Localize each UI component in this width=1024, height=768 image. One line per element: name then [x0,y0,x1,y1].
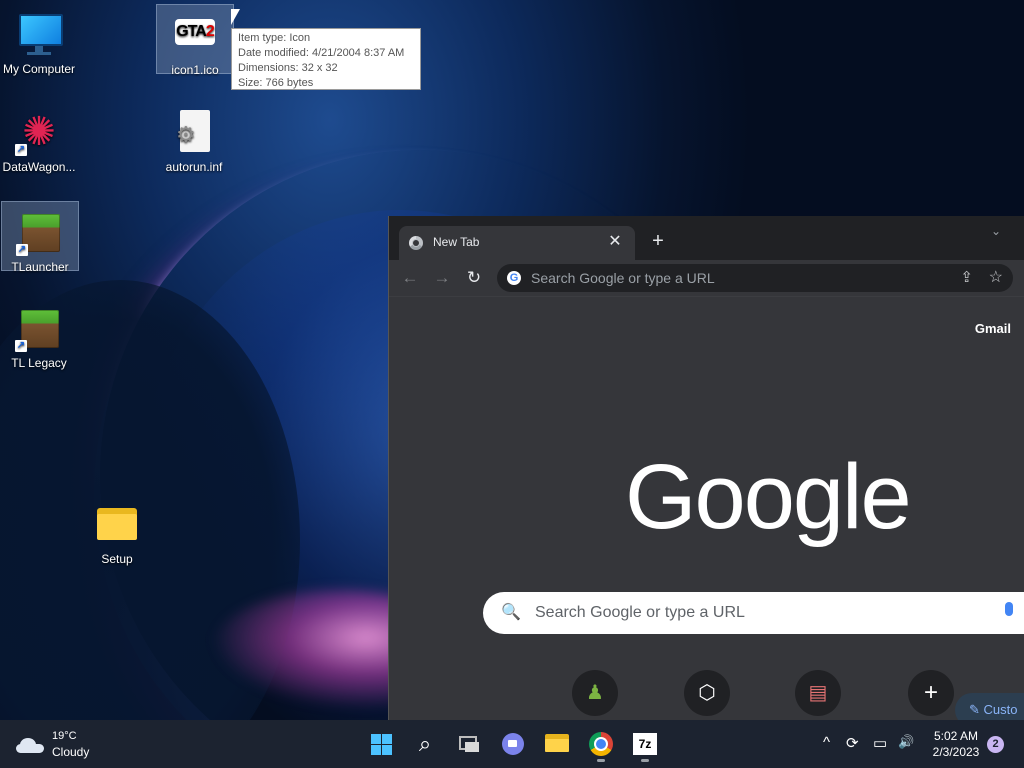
search-box-placeholder: Search Google or type a URL [535,604,745,621]
volume-icon[interactable]: 🔊 [898,734,914,750]
back-button[interactable]: ← [399,268,421,288]
desktop-icon-autorun-inf[interactable]: ⚙ autorun.inf [156,102,232,174]
minecraft-block-icon: ↗ [15,304,63,352]
task-view-icon[interactable] [453,728,485,760]
chrome-taskbar-icon[interactable] [585,728,617,762]
google-logo: Google [625,446,912,548]
shortcut-store[interactable]: ▤ [795,670,841,716]
tooltip-dimensions: Dimensions: 32 x 32 [238,62,338,74]
windows-logo-icon [370,733,392,755]
cloud-icon [16,736,44,753]
desktop-icon-label: DataWagon... [2,160,76,174]
notification-badge[interactable]: 2 [987,736,1004,753]
taskbar: 19°C Cloudy ⌕ 7z ^ ⟳ ▭ 🔊 5:02 AM 2/3/202… [0,720,1024,768]
desktop-icon-my-computer[interactable]: My Computer [1,4,77,76]
customize-chrome-button[interactable]: ✎ Custo [955,693,1024,720]
desktop-icon-label: TL Legacy [11,356,67,370]
tab-new-tab[interactable]: New Tab ✕ [399,226,635,260]
chrome-window[interactable]: New Tab ✕ + ⌄ ← → ↻ Search Google or typ… [388,216,1024,720]
tab-close-icon[interactable]: ✕ [605,232,625,252]
desktop-icon-icon1-ico[interactable]: GTA2 icon1.ico [156,4,234,77]
reload-button[interactable]: ↻ [463,268,485,288]
7zip-label: 7z [633,733,657,755]
minecraft-block-icon: ↗ [16,208,64,256]
tab-search-chevron-icon[interactable]: ⌄ [991,224,1001,238]
shortcut-chess[interactable]: ♟ [572,670,618,716]
clock-date: 2/3/2023 [932,745,980,759]
datawagon-star-icon: ✺ ↗ [15,110,56,156]
desktop-icon-label: autorun.inf [165,160,223,174]
weather-temperature: 19°C [52,730,77,742]
share-icon[interactable]: ⇪ [960,268,973,286]
gmail-link[interactable]: Gmail [975,321,1011,336]
gta2-logo-icon: GTA2 [171,11,219,59]
tooltip-size: Size: 766 bytes [238,77,314,89]
gear-icon: ⚙ [176,122,196,147]
browser-toolbar: ← → ↻ Search Google or type a URL ⇪ ☆ [389,260,1024,297]
tooltip-item-type: Item type: Icon [238,32,311,44]
chrome-favicon-icon [409,236,423,250]
shortcut-arrow-icon: ↗ [16,244,28,256]
sync-icon[interactable]: ⟳ [846,734,859,752]
desktop-icon-datawagon[interactable]: ✺ ↗ DataWagon... [1,102,77,174]
shortcut-arrow-icon: ↗ [15,144,27,156]
address-bar-placeholder: Search Google or type a URL [531,270,715,286]
desktop-icon-label: icon1.ico [171,63,219,77]
desktop-icon-setup[interactable]: Setup [79,494,155,566]
clock-time: 5:02 AM [933,729,979,743]
folder-icon [93,500,141,548]
tooltip-date-modified: Date modified: 4/21/2004 8:37 AM [238,47,405,59]
gta-logo-text: GTA [176,23,207,40]
google-g-icon [507,271,521,285]
desktop-icon-label: TLauncher [11,260,69,274]
start-button[interactable] [365,728,397,760]
address-bar[interactable]: Search Google or type a URL ⇪ ☆ [497,264,1013,292]
new-tab-page: Gmail Google 🔍 Search Google or type a U… [389,297,1024,720]
weather-condition: Cloudy [52,745,90,759]
microphone-icon[interactable] [1005,602,1013,616]
network-icon[interactable]: ▭ [873,734,887,752]
gta-logo-number: 2 [205,23,215,40]
running-indicator [641,759,649,762]
tab-strip: New Tab ✕ + ⌄ [389,216,1024,260]
monitor-icon [15,10,63,58]
desktop-icon-tl-legacy[interactable]: ↗ TL Legacy [1,298,77,370]
forward-button[interactable]: → [431,268,453,288]
add-shortcut-button[interactable]: + [908,670,954,716]
7zip-taskbar-icon[interactable]: 7z [629,728,661,762]
new-tab-button[interactable]: + [647,230,669,252]
settings-file-icon: ⚙ [170,108,218,156]
desktop-icon-label: Setup [101,552,133,566]
file-info-tooltip: Item type: Icon Date modified: 4/21/2004… [231,28,421,90]
shortcut-arrow-icon: ↗ [15,340,27,352]
teams-chat-icon[interactable] [497,728,529,760]
shortcut-cube[interactable]: ⬡ [684,670,730,716]
running-indicator [597,759,605,762]
search-icon[interactable]: ⌕ [409,728,441,760]
desktop-icon-tlauncher[interactable]: ↗ TLauncher [1,201,79,274]
tab-title: New Tab [433,235,480,249]
google-search-box[interactable]: 🔍 Search Google or type a URL [483,592,1024,634]
search-icon: 🔍 [501,604,521,621]
desktop-icon-label: My Computer [2,62,76,76]
bookmark-star-icon[interactable]: ☆ [989,267,1003,287]
file-explorer-icon[interactable] [541,728,573,760]
show-hidden-icons-chevron-icon[interactable]: ^ [823,734,830,751]
system-clock[interactable]: 5:02 AM 2/3/2023 [926,728,986,760]
mouse-cursor-icon [231,9,240,25]
